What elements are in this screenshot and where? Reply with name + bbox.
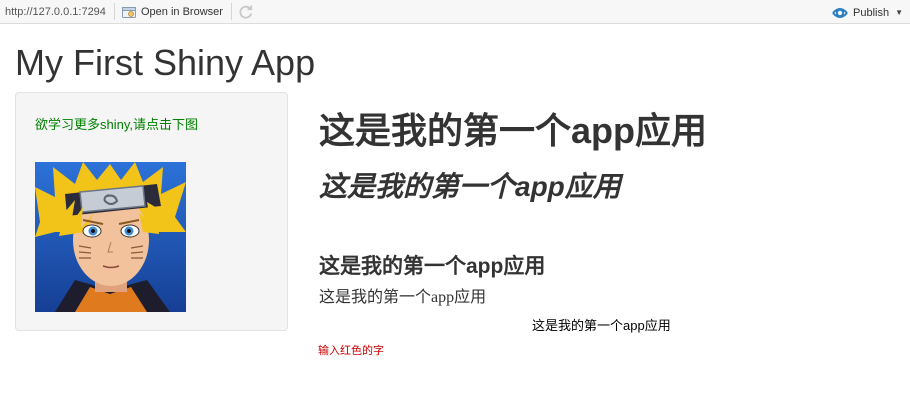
small-text: 这是我的第一个app应用 bbox=[319, 289, 487, 306]
publish-icon bbox=[832, 7, 848, 18]
publish-label: Publish bbox=[853, 6, 890, 19]
toolbar-divider bbox=[231, 3, 232, 20]
main-heading-post: 应用 bbox=[635, 110, 708, 151]
chevron-down-icon: ▼ bbox=[895, 8, 903, 17]
page-title: My First Shiny App bbox=[15, 42, 316, 83]
publish-button[interactable]: Publish ▼ bbox=[832, 4, 903, 21]
medium-heading: 这是我的第一个app应用 bbox=[319, 255, 546, 278]
main-heading: 这是我的第一个app应用 bbox=[319, 108, 707, 154]
toolbar-divider bbox=[114, 3, 115, 20]
red-text: 输入红色的字 bbox=[318, 345, 384, 357]
refresh-icon[interactable] bbox=[238, 4, 254, 20]
open-in-browser-button[interactable]: Open in Browser bbox=[122, 3, 223, 21]
sidebar-hint-text: 欲学习更多shiny,请点击下图 bbox=[35, 117, 198, 132]
naruto-image-link[interactable] bbox=[35, 162, 186, 312]
sidebar-panel: 欲学习更多shiny,请点击下图 bbox=[15, 92, 288, 331]
main-heading-bold: app bbox=[571, 110, 636, 151]
viewer-toolbar: http://127.0.0.1:7294 Open in Browser Pu… bbox=[0, 0, 910, 24]
url-text[interactable]: http://127.0.0.1:7294 bbox=[5, 6, 106, 18]
centered-text: 这是我的第一个app应用 bbox=[532, 318, 671, 333]
italic-heading: 这是我的第一个app应用 bbox=[319, 171, 621, 202]
open-in-browser-label: Open in Browser bbox=[141, 6, 223, 18]
browser-icon bbox=[122, 6, 136, 18]
main-heading-pre: 这是我的第一个 bbox=[319, 110, 572, 151]
